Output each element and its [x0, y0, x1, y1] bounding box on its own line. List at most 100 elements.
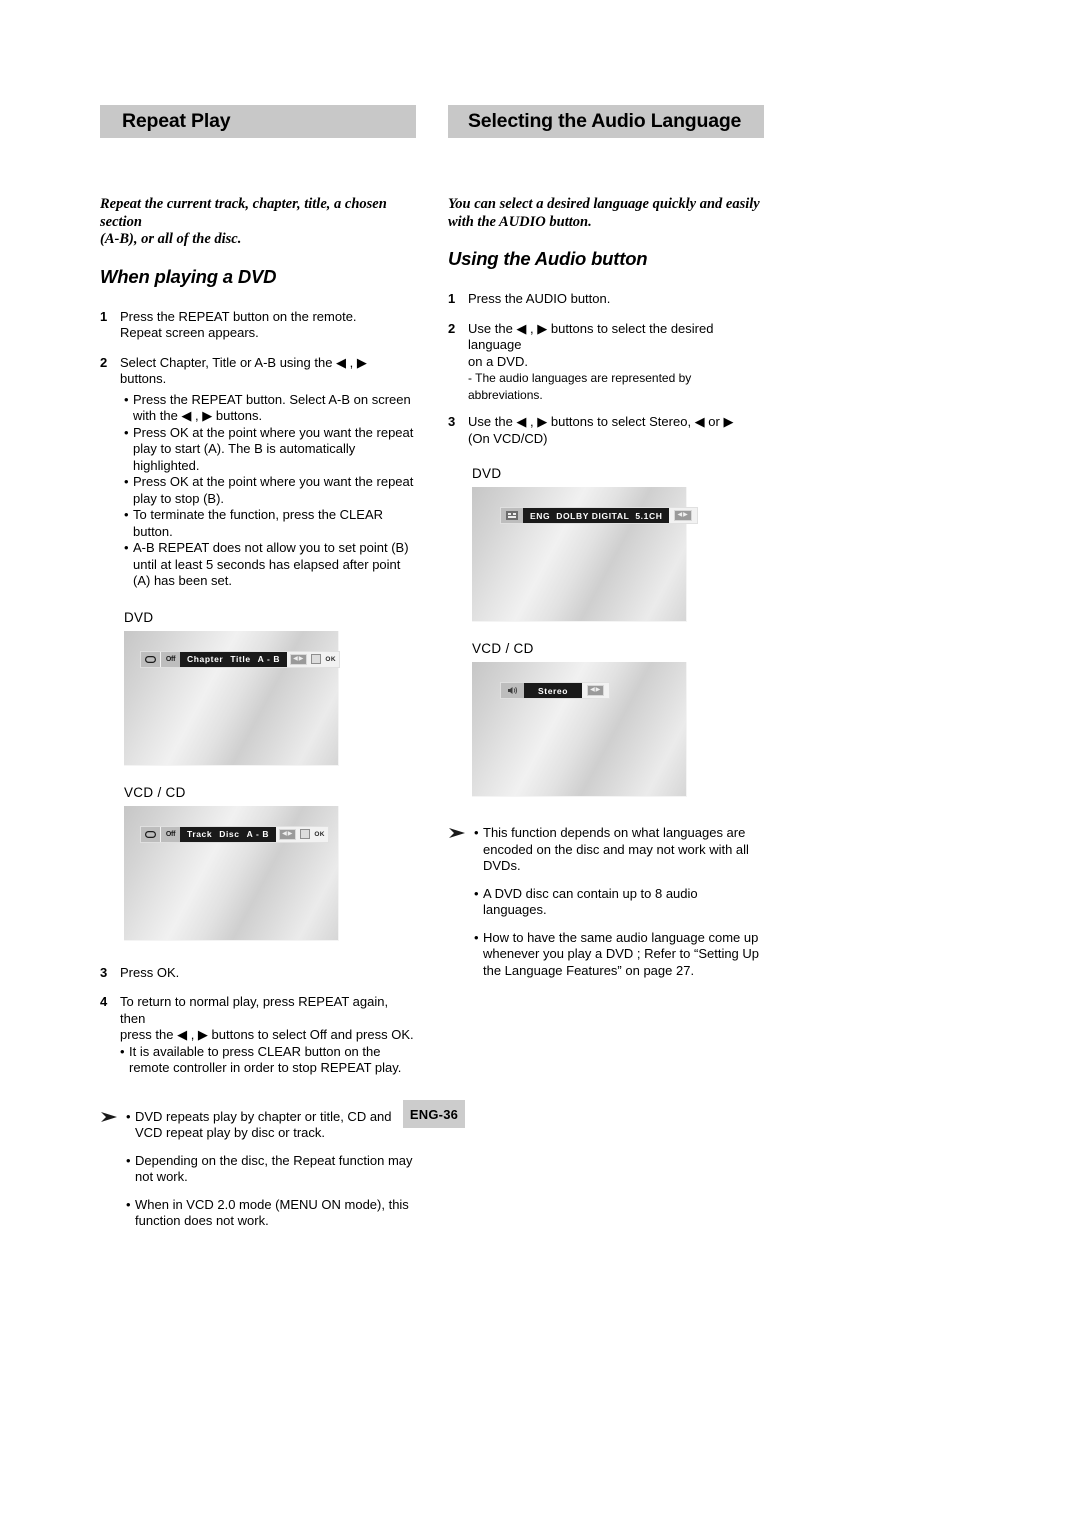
- bullet-item: • DVD repeats play by chapter or title, …: [126, 1109, 416, 1142]
- left-right-arrows-icon: ◀▶: [587, 685, 605, 696]
- osd-option: 5.1CH: [635, 510, 663, 521]
- step-number: 1: [100, 308, 108, 324]
- osd-option: Stereo: [538, 685, 569, 696]
- step-item: 1 Press the AUDIO button.: [448, 291, 764, 308]
- osd-option: Track: [187, 829, 213, 839]
- bullet-item: • Press the REPEAT button. Select A-B on…: [124, 392, 416, 425]
- bullet-dot-icon: •: [126, 1108, 131, 1124]
- osd-option: A - B: [246, 829, 270, 839]
- bullet-item: • A-B REPEAT does not allow you to set p…: [124, 540, 416, 590]
- right-intro: You can select a desired language quickl…: [448, 196, 764, 231]
- repeat-icon: [141, 826, 160, 842]
- bullet-item: • It is available to press CLEAR button …: [120, 1044, 416, 1077]
- figure-dvd-repeat: DVD Off Chapter Title A - B ◀▶ OK: [100, 609, 416, 766]
- tv-screen-preview: Off Track Disc A - B ◀▶ OK: [124, 805, 339, 941]
- figure-dvd-audio: DVD ENG DOLBY DIGITAL 5.1CH ◀▶: [448, 465, 764, 622]
- step-text: Use the ◀ , ▶ buttons to select the desi…: [468, 321, 764, 404]
- bullet-text: A-B REPEAT does not allow you to set poi…: [133, 540, 409, 588]
- ok-button-icon: [300, 829, 311, 839]
- step-text: Press the AUDIO button.: [468, 291, 764, 308]
- left-steps-group-1: 1 Press the REPEAT button on the remote.…: [100, 309, 416, 590]
- note-arrow-icon: [101, 1111, 117, 1122]
- speaker-icon-glyph: [508, 687, 518, 694]
- osd-options: ENG DOLBY DIGITAL 5.1CH: [523, 508, 670, 523]
- ok-button-icon: [311, 654, 322, 664]
- osd-option: Disc: [219, 829, 240, 839]
- page-number-badge: ENG-36: [403, 1100, 465, 1128]
- step-number: 4: [100, 994, 108, 1009]
- step-number: 2: [448, 320, 456, 336]
- bullet-item: • To terminate the function, press the C…: [124, 507, 416, 540]
- step-line: Select Chapter, Title or A-B using the ◀…: [120, 354, 367, 387]
- osd-option: Chapter: [187, 654, 224, 664]
- bullet-text: It is available to press CLEAR button on…: [129, 1043, 402, 1076]
- osd-hint-group: ◀▶: [582, 683, 610, 698]
- repeat-icon: [141, 651, 160, 667]
- bullet-item: • This function depends on what language…: [474, 825, 764, 875]
- step-line: Press the REPEAT button on the remote.: [120, 308, 357, 324]
- bullet-dot-icon: •: [124, 424, 129, 440]
- off-icon: Off: [160, 826, 180, 842]
- repeat-icon-glyph: [145, 655, 156, 663]
- left-subheading: When playing a DVD: [100, 265, 277, 287]
- osd-option: Title: [230, 654, 251, 664]
- bullet-dot-icon: •: [124, 391, 129, 407]
- bullet-dot-icon: •: [474, 885, 479, 901]
- osd-hint-group: ◀▶ OK: [276, 826, 328, 842]
- step-line: (On VCD/CD): [468, 430, 548, 446]
- figure-label: DVD: [472, 466, 502, 481]
- osd-hint-group: ◀▶ OK: [287, 651, 339, 667]
- step-text: Select Chapter, Title or A-B using the ◀…: [120, 355, 416, 388]
- bullet-text: This function depends on what languages …: [483, 825, 749, 873]
- osd-ok-label: OK: [314, 830, 325, 838]
- step-line: Press the AUDIO button.: [468, 291, 611, 306]
- step-line: Press OK.: [120, 964, 180, 980]
- bullet-text: DVD repeats play by chapter or title, CD…: [135, 1108, 392, 1141]
- bullet-item: • Press OK at the point where you want t…: [124, 474, 416, 507]
- bullet-item: • When in VCD 2.0 mode (MENU ON mode), t…: [126, 1197, 416, 1230]
- bullet-item: • Depending on the disc, the Repeat func…: [126, 1153, 416, 1186]
- step-number: 2: [100, 354, 108, 370]
- osd-option: ENG: [530, 510, 551, 521]
- bullet-item: • Press OK at the point where you want t…: [124, 425, 416, 475]
- section-header-audio-language: Selecting the Audio Language: [448, 105, 764, 138]
- osd-bar: Off Track Disc A - B ◀▶ OK: [140, 825, 329, 843]
- step-line: Use the ◀ , ▶ buttons to select Stereo, …: [468, 414, 734, 429]
- bullet-dot-icon: •: [124, 540, 129, 555]
- bullet-dot-icon: •: [124, 507, 129, 522]
- step-text: Press the REPEAT button on the remote. R…: [120, 309, 416, 342]
- bullet-text: When in VCD 2.0 mode (MENU ON mode), thi…: [135, 1196, 409, 1229]
- step-item: 3 Press OK.: [100, 965, 416, 982]
- osd-bar: Stereo ◀▶: [500, 682, 611, 699]
- bullet-item: • How to have the same audio language co…: [474, 930, 764, 980]
- bullet-text: Press OK at the point where you want the…: [133, 424, 414, 473]
- step-line: Repeat screen appears.: [120, 325, 259, 340]
- step-item: 1 Press the REPEAT button on the remote.…: [100, 309, 416, 342]
- tv-screen-preview: ENG DOLBY DIGITAL 5.1CH ◀▶: [472, 487, 698, 622]
- bullet-dot-icon: •: [124, 474, 129, 489]
- audio-lang-icon-glyph: [506, 511, 518, 520]
- right-steps-group: 1 Press the AUDIO button. 2 Use the ◀ , …: [448, 291, 764, 447]
- step-text: Use the ◀ , ▶ buttons to select Stereo, …: [468, 414, 764, 447]
- right-note-block: • This function depends on what language…: [448, 825, 764, 979]
- osd-hint-group: ◀▶: [669, 508, 697, 523]
- osd-options: Stereo: [524, 683, 583, 698]
- figure-label: VCD / CD: [124, 784, 186, 800]
- bullet-dot-icon: •: [120, 1043, 125, 1059]
- osd-option: A - B: [257, 654, 281, 664]
- bullet-dot-icon: •: [126, 1152, 131, 1168]
- left-right-arrows-icon: ◀▶: [290, 653, 308, 665]
- left-steps-group-2: 3 Press OK. 4 To return to normal play, …: [100, 965, 416, 1077]
- step-line: press the ◀ , ▶ buttons to select Off an…: [120, 1027, 414, 1042]
- bullet-dot-icon: •: [474, 825, 479, 840]
- step-number: 3: [100, 964, 108, 980]
- figure-vcd-cd-audio: VCD / CD Stereo ◀▶: [448, 640, 764, 797]
- figure-label: VCD / CD: [472, 641, 534, 656]
- step-number: 1: [448, 291, 456, 306]
- tv-screen-preview: Stereo ◀▶: [472, 662, 687, 797]
- section-title: Repeat Play: [122, 110, 231, 132]
- off-icon: Off: [160, 651, 180, 667]
- osd-bar: ENG DOLBY DIGITAL 5.1CH ◀▶: [500, 507, 698, 524]
- page-number-label: ENG-36: [409, 1106, 459, 1122]
- audio-lang-icon: [501, 508, 523, 523]
